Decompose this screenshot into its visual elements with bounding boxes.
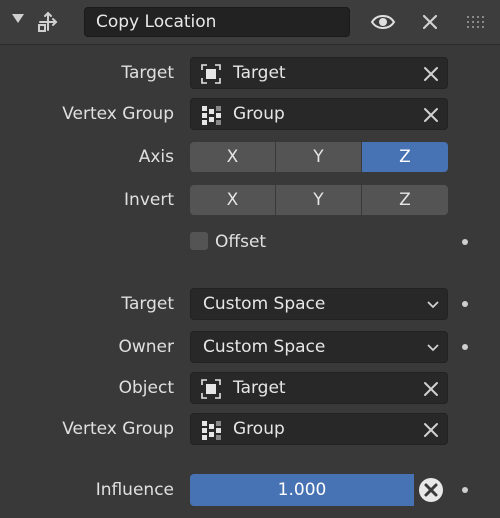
axis-toggle-group: X Y Z (190, 142, 448, 172)
axis-x-button[interactable]: X (190, 142, 276, 172)
space-vertex-group-field[interactable]: Group (190, 413, 448, 445)
vertex-group-icon (202, 106, 221, 125)
axis-y-button[interactable]: Y (276, 142, 362, 172)
eye-icon[interactable] (370, 10, 396, 34)
offset-checkbox[interactable] (190, 232, 208, 250)
vertex-group-field[interactable]: Group (190, 98, 448, 130)
target-field[interactable]: Target (190, 57, 448, 89)
space-object-label: Object (118, 378, 174, 398)
drag-grip-icon[interactable] (465, 14, 485, 30)
invert-z-button[interactable]: Z (362, 185, 448, 215)
axis-z-button[interactable]: Z (362, 142, 448, 172)
target-value: Target (233, 63, 286, 83)
vertex-group-value: Group (233, 104, 285, 124)
space-vertex-group-label: Vertex Group (62, 419, 174, 439)
invert-x-button[interactable]: X (190, 185, 276, 215)
space-object-field[interactable]: Target (190, 372, 448, 404)
target-space-value: Custom Space (203, 294, 326, 314)
vertex-group-label: Vertex Group (62, 104, 174, 124)
invert-y-button[interactable]: Y (276, 185, 362, 215)
collapse-arrow-icon[interactable] (12, 14, 24, 23)
constraint-header: Copy Location (0, 0, 500, 45)
target-space-keyframe-dot-icon[interactable] (462, 301, 468, 307)
clear-space-object-icon[interactable] (423, 381, 439, 397)
clear-space-vertex-group-icon[interactable] (423, 422, 439, 438)
owner-space-value: Custom Space (203, 337, 326, 357)
owner-space-label: Owner (118, 337, 174, 357)
invert-label: Invert (124, 190, 174, 210)
constraint-panel: Copy Location Target Target Vertex Group… (0, 0, 500, 518)
owner-space-dropdown[interactable]: Custom Space (190, 331, 448, 363)
target-space-dropdown[interactable]: Custom Space (190, 288, 448, 320)
clear-target-icon[interactable] (423, 66, 439, 82)
disable-keep-transform-icon[interactable] (418, 477, 444, 503)
influence-label: Influence (95, 480, 174, 500)
axis-label: Axis (138, 147, 174, 167)
owner-space-keyframe-dot-icon[interactable] (462, 344, 468, 350)
space-object-value: Target (233, 378, 286, 398)
offset-label[interactable]: Offset (215, 232, 266, 252)
object-icon (201, 64, 221, 84)
space-vertex-group-value: Group (233, 419, 285, 439)
constraint-name-field[interactable]: Copy Location (84, 7, 350, 37)
target-label: Target (121, 63, 174, 83)
clear-vertex-group-icon[interactable] (423, 107, 439, 123)
offset-keyframe-dot-icon[interactable] (462, 239, 468, 245)
influence-keyframe-dot-icon[interactable] (462, 487, 468, 493)
influence-slider[interactable]: 1.000 (190, 474, 414, 506)
invert-toggle-group: X Y Z (190, 185, 448, 215)
chevron-down-icon (427, 344, 439, 352)
vertex-group-icon (202, 421, 221, 440)
chevron-down-icon (427, 301, 439, 309)
target-space-label: Target (121, 294, 174, 314)
object-icon (201, 379, 221, 399)
constraint-move-icon (38, 11, 58, 32)
close-icon[interactable] (419, 11, 441, 33)
